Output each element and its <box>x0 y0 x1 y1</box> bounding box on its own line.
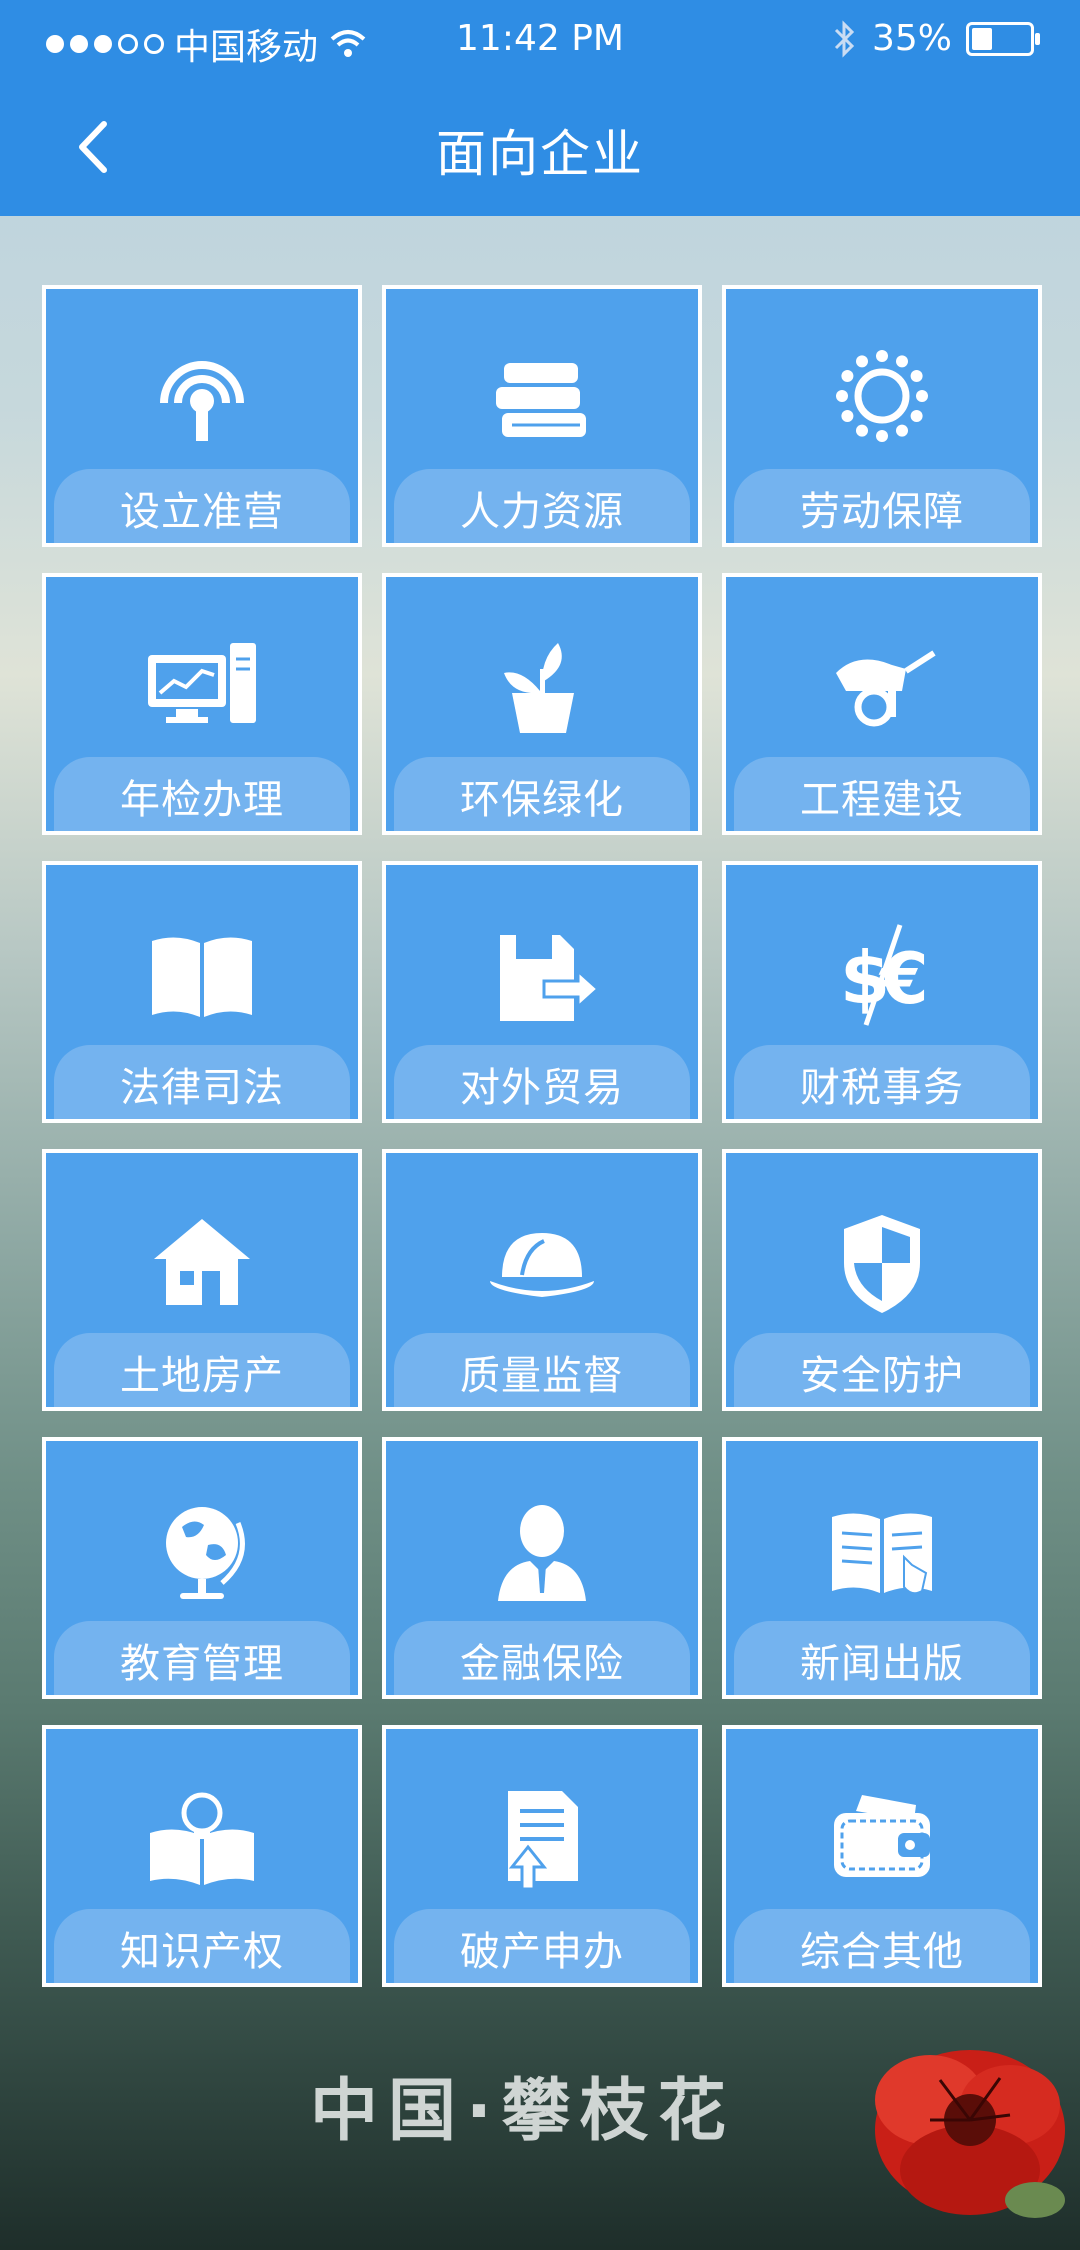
service-tile[interactable]: 劳动保障 <box>722 285 1042 547</box>
service-tile[interactable]: 环保绿化 <box>382 573 702 835</box>
status-right: 35% <box>832 18 1040 59</box>
hard-hat-icon <box>490 1233 594 1297</box>
document-upload-icon <box>508 1791 578 1891</box>
books-icon <box>496 363 586 437</box>
kapok-flower-image <box>875 2050 1065 2218</box>
service-tile[interactable]: 知识产权 <box>42 1725 362 1987</box>
service-tile[interactable]: 安全防护 <box>722 1149 1042 1411</box>
battery-icon <box>966 21 1040 56</box>
tile-label: 法律司法 <box>120 1065 284 1111</box>
book-lightbulb-icon <box>150 1792 254 1885</box>
tile-label: 环保绿化 <box>460 777 624 823</box>
currency-icon: $ € <box>840 924 929 1026</box>
house-icon <box>154 1219 250 1305</box>
service-tile[interactable]: 法律司法 <box>42 861 362 1123</box>
service-tile[interactable]: 金融保险 <box>382 1437 702 1699</box>
service-tile[interactable]: 设立准营 <box>42 285 362 547</box>
service-tile[interactable]: 人力资源 <box>382 285 702 547</box>
reading-book-icon <box>832 1513 932 1595</box>
potted-plant-icon <box>504 643 574 733</box>
status-bar: 中国移动 11:42 PM 35% <box>0 0 1080 76</box>
tile-label: 质量监督 <box>460 1353 624 1399</box>
battery-percent: 35% <box>871 18 952 59</box>
tile-label: 金融保险 <box>460 1641 624 1687</box>
tile-label: 设立准营 <box>120 489 284 535</box>
globe-icon <box>166 1507 245 1599</box>
tile-label: 劳动保障 <box>800 489 964 535</box>
tile-label: 新闻出版 <box>800 1641 964 1687</box>
service-tile[interactable]: 综合其他 <box>722 1725 1042 1987</box>
computer-chart-icon <box>148 643 256 723</box>
signal-broadcast-icon <box>160 361 244 441</box>
service-tile[interactable]: 教育管理 <box>42 1437 362 1699</box>
tile-label: 教育管理 <box>120 1641 284 1687</box>
export-arrow-icon <box>500 935 601 1021</box>
nav-bar: 面向企业 <box>0 76 1080 216</box>
tile-label: 对外贸易 <box>460 1065 624 1111</box>
tile-label: 土地房产 <box>120 1353 284 1399</box>
service-tile[interactable]: 质量监督 <box>382 1149 702 1411</box>
service-tile[interactable]: 破产申办 <box>382 1725 702 1987</box>
service-tile[interactable]: $ € 财税事务 <box>722 861 1042 1123</box>
shield-icon <box>844 1215 920 1313</box>
bluetooth-icon <box>834 19 855 58</box>
sun-icon <box>836 350 928 442</box>
tile-label: 知识产权 <box>120 1929 284 1975</box>
service-tile[interactable]: 新闻出版 <box>722 1437 1042 1699</box>
wallet-icon <box>834 1795 930 1877</box>
tile-label: 破产申办 <box>460 1929 624 1975</box>
tile-label: 年检办理 <box>120 777 284 823</box>
tile-label: 人力资源 <box>460 489 624 535</box>
page-title: 面向企业 <box>436 125 644 183</box>
businessman-icon <box>498 1505 586 1601</box>
tile-label: 安全防护 <box>800 1353 964 1399</box>
tile-label: 综合其他 <box>800 1929 964 1975</box>
service-tile[interactable]: 工程建设 <box>722 573 1042 835</box>
service-tile[interactable]: 对外贸易 <box>382 861 702 1123</box>
tile-label: 财税事务 <box>800 1065 964 1111</box>
open-book-icon <box>152 937 252 1017</box>
service-grid: 设立准营 人力资源 劳动保障 年检办理 环保绿化 工程建设 法律司法 对外贸易 … <box>42 285 1046 1987</box>
tile-label: 工程建设 <box>800 777 964 823</box>
svg-text:€: € <box>878 938 929 1020</box>
service-tile[interactable]: 土地房产 <box>42 1149 362 1411</box>
service-tile[interactable]: 年检办理 <box>42 573 362 835</box>
wheelbarrow-icon <box>836 650 936 727</box>
footer-city-text: 中国·攀枝花 <box>310 2072 736 2151</box>
